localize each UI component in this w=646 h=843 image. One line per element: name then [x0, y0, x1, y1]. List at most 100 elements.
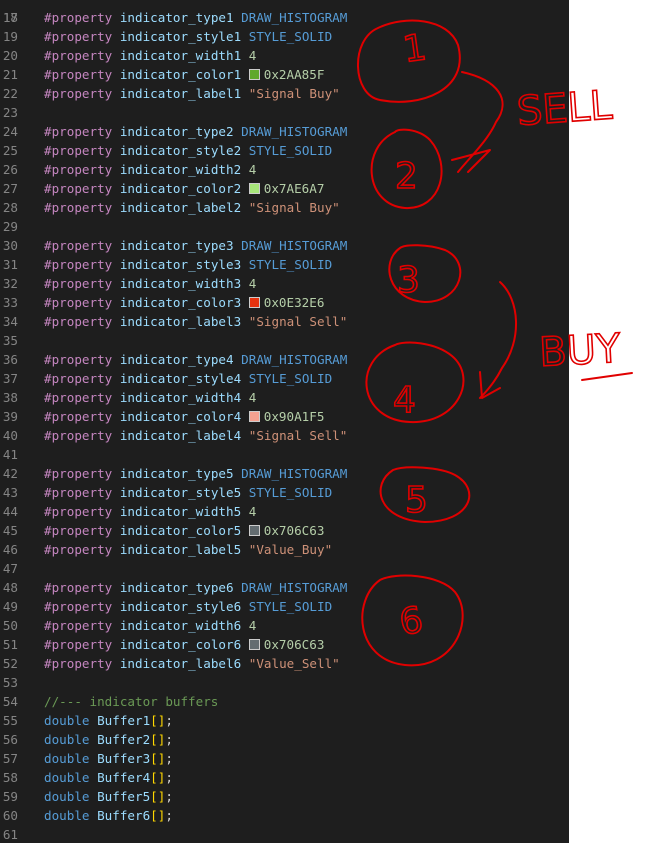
- code-line[interactable]: 34 #property indicator_label3 "Signal Sel…: [0, 312, 569, 331]
- property-value: STYLE_SOLID: [248, 371, 333, 386]
- code-line[interactable]: 46 #property indicator_label5 "Value_Buy": [0, 540, 569, 559]
- code-line[interactable]: 44 #property indicator_width5 4: [0, 502, 569, 521]
- property-value: STYLE_SOLID: [248, 143, 333, 158]
- type-keyword: double: [44, 770, 90, 785]
- line-number: 47: [2, 561, 18, 576]
- directive-keyword: #property: [44, 10, 113, 25]
- property-name: indicator_type1: [119, 10, 234, 25]
- type-keyword: double: [44, 713, 90, 728]
- code-comment: //--- indicator buffers: [44, 694, 219, 709]
- line-number: 48: [2, 580, 18, 595]
- code-line[interactable]: 50 #property indicator_width6 4: [0, 616, 569, 635]
- variable-name: Buffer2: [97, 732, 151, 747]
- code-line[interactable]: 26 #property indicator_width2 4: [0, 160, 569, 179]
- code-line[interactable]: 42 #property indicator_type5 DRAW_HISTOGR…: [0, 464, 569, 483]
- code-line[interactable]: 23: [0, 103, 569, 122]
- code-line[interactable]: 49 #property indicator_style6 STYLE_SOLID: [0, 597, 569, 616]
- code-line[interactable]: 28 #property indicator_label2 "Signal Buy…: [0, 198, 569, 217]
- code-line[interactable]: 20 #property indicator_width1 4: [0, 46, 569, 65]
- code-text: #property indicator_label3 "Signal Sell": [44, 312, 347, 331]
- line-number: 41: [2, 447, 18, 462]
- line-number: 58: [2, 770, 18, 785]
- code-line[interactable]: 19 #property indicator_style1 STYLE_SOLID: [0, 27, 569, 46]
- code-line[interactable]: 56 double Buffer2[];: [0, 730, 569, 749]
- code-line[interactable]: 40 #property indicator_label4 "Signal Sel…: [0, 426, 569, 445]
- variable-name: Buffer1: [97, 713, 151, 728]
- line-number: 49: [2, 599, 18, 614]
- property-name: indicator_label5: [119, 542, 242, 557]
- property-value: "Value_Sell": [248, 656, 340, 671]
- property-value: DRAW_HISTOGRAM: [241, 10, 348, 25]
- property-name: indicator_width5: [119, 504, 242, 519]
- code-text: #property indicator_type4 DRAW_HISTOGRAM: [44, 350, 347, 369]
- code-line[interactable]: 25 #property indicator_style2 STYLE_SOLID: [0, 141, 569, 160]
- property-name: indicator_label4: [119, 428, 242, 443]
- directive-keyword: #property: [44, 181, 113, 196]
- code-line[interactable]: 22 #property indicator_label1 "Signal Buy…: [0, 84, 569, 103]
- code-text: #property indicator_width1 4: [44, 46, 256, 65]
- code-line[interactable]: 61: [0, 825, 569, 843]
- code-line[interactable]: 52 #property indicator_label6 "Value_Sell…: [0, 654, 569, 673]
- line-number: 51: [2, 637, 18, 652]
- property-name: indicator_color1: [119, 67, 242, 82]
- directive-keyword: #property: [44, 352, 113, 367]
- array-brackets: []: [150, 713, 166, 728]
- directive-keyword: #property: [44, 580, 113, 595]
- code-line[interactable]: 35: [0, 331, 569, 350]
- property-value: DRAW_HISTOGRAM: [241, 124, 348, 139]
- type-keyword: double: [44, 751, 90, 766]
- property-value: 4: [248, 618, 257, 633]
- code-line[interactable]: 57 double Buffer3[];: [0, 749, 569, 768]
- code-line[interactable]: 58 double Buffer4[];: [0, 768, 569, 787]
- property-name: indicator_color5: [119, 523, 242, 538]
- directive-keyword: #property: [44, 29, 113, 44]
- code-line[interactable]: 33 #property indicator_color3 0x0E32E6: [0, 293, 569, 312]
- code-line[interactable]: 41: [0, 445, 569, 464]
- code-text: #property indicator_style3 STYLE_SOLID: [44, 255, 332, 274]
- property-value: 0x2AA85F: [263, 67, 325, 82]
- code-line[interactable]: 37 #property indicator_style4 STYLE_SOLID: [0, 369, 569, 388]
- code-text: #property indicator_type5 DRAW_HISTOGRAM: [44, 464, 347, 483]
- code-line[interactable]: 38 #property indicator_width4 4: [0, 388, 569, 407]
- code-line[interactable]: 39 #property indicator_color4 0x90A1F5: [0, 407, 569, 426]
- property-name: indicator_color6: [119, 637, 242, 652]
- array-brackets: []: [150, 789, 166, 804]
- property-value: STYLE_SOLID: [248, 257, 333, 272]
- property-value: STYLE_SOLID: [248, 29, 333, 44]
- code-line[interactable]: 45 #property indicator_color5 0x706C63: [0, 521, 569, 540]
- code-line[interactable]: 36 #property indicator_type4 DRAW_HISTOGR…: [0, 350, 569, 369]
- type-keyword: double: [44, 789, 90, 804]
- code-line[interactable]: 47: [0, 559, 569, 578]
- code-text: double Buffer6[];: [44, 806, 173, 825]
- line-number: 25: [2, 143, 18, 158]
- directive-keyword: #property: [44, 124, 113, 139]
- property-name: indicator_width3: [119, 276, 242, 291]
- code-line[interactable]: 48 #property indicator_type6 DRAW_HISTOGR…: [0, 578, 569, 597]
- code-line[interactable]: 27 #property indicator_color2 0x7AE6A7: [0, 179, 569, 198]
- code-line[interactable]: 32 #property indicator_width3 4: [0, 274, 569, 293]
- color-swatch: [248, 297, 260, 308]
- code-text: #property indicator_style4 STYLE_SOLID: [44, 369, 332, 388]
- directive-keyword: #property: [44, 542, 113, 557]
- code-line[interactable]: 53: [0, 673, 569, 692]
- code-line[interactable]: 29: [0, 217, 569, 236]
- code-line[interactable]: 30 #property indicator_type3 DRAW_HISTOGR…: [0, 236, 569, 255]
- directive-keyword: #property: [44, 390, 113, 405]
- code-line[interactable]: 60 double Buffer6[];: [0, 806, 569, 825]
- code-line[interactable]: 31 #property indicator_style3 STYLE_SOLID: [0, 255, 569, 274]
- code-text: #property indicator_style6 STYLE_SOLID: [44, 597, 332, 616]
- code-line[interactable]: 59 double Buffer5[];: [0, 787, 569, 806]
- property-name: indicator_style5: [119, 485, 242, 500]
- line-number: 26: [2, 162, 18, 177]
- code-line[interactable]: 55 double Buffer1[];: [0, 711, 569, 730]
- code-line[interactable]: 24 #property indicator_type2 DRAW_HISTOGR…: [0, 122, 569, 141]
- directive-keyword: #property: [44, 257, 113, 272]
- property-name: indicator_type3: [119, 238, 234, 253]
- code-line[interactable]: 54 //--- indicator buffers: [0, 692, 569, 711]
- code-line[interactable]: 18 #property indicator_type1 DRAW_HISTOGR…: [0, 8, 569, 27]
- code-line[interactable]: 21 #property indicator_color1 0x2AA85F: [0, 65, 569, 84]
- code-text: #property indicator_color6 0x706C63: [44, 635, 324, 654]
- code-line[interactable]: 51 #property indicator_color6 0x706C63: [0, 635, 569, 654]
- code-editor[interactable]: 17 18 #property indicator_type1 DRAW_HIST…: [0, 0, 569, 843]
- code-line[interactable]: 43 #property indicator_style5 STYLE_SOLID: [0, 483, 569, 502]
